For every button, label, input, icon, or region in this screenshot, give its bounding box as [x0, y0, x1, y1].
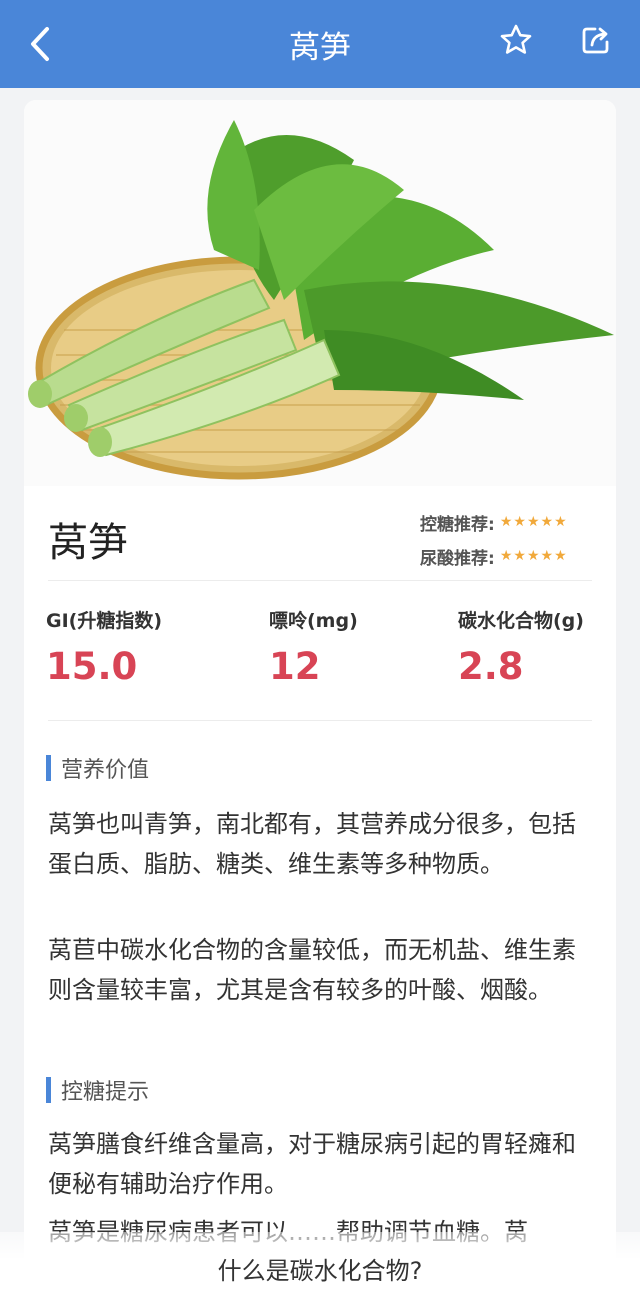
- back-button[interactable]: [22, 24, 58, 64]
- chevron-left-icon: [31, 27, 49, 61]
- metric-value: 12: [269, 645, 321, 688]
- section-title: 控糖提示: [61, 1080, 150, 1105]
- metric-carbs: 碳水化合物(g) 2.8: [458, 606, 584, 688]
- star-icon: ★: [513, 548, 526, 564]
- paragraph: 莴苣中碳水化合物的含量较低，而无机盐、维生素则含量较丰富，尤其是含有较多的叶酸、…: [48, 936, 576, 1004]
- star-icon: ★: [554, 548, 567, 564]
- star-icon: ★: [499, 548, 513, 564]
- rating-label: 尿酸推荐:: [420, 548, 495, 569]
- metric-label: 碳水化合物(g): [458, 610, 584, 632]
- metric-value: 2.8: [458, 645, 524, 688]
- metric-value: 15.0: [46, 645, 138, 688]
- metric-label: GI(升糖指数): [46, 610, 163, 632]
- star-icon: ★: [513, 514, 526, 530]
- star-icon: ★: [499, 514, 513, 530]
- metric-label: 嘌呤(mg): [269, 610, 358, 632]
- food-name: 莴笋: [48, 520, 128, 566]
- divider: [48, 720, 592, 721]
- top-nav-bar: 莴笋: [0, 0, 640, 88]
- star-icon: ★: [540, 514, 554, 530]
- page-title: 莴笋: [289, 29, 351, 66]
- rating-label: 控糖推荐:: [420, 514, 495, 535]
- section-title: 营养价值: [61, 758, 150, 783]
- share-button[interactable]: [576, 20, 616, 60]
- divider: [48, 580, 592, 581]
- metric-gi: GI(升糖指数) 15.0: [46, 606, 162, 688]
- star-icon: ★: [526, 548, 540, 564]
- section-header-tips: 控糖提示: [46, 1074, 149, 1106]
- lettuce-stem-illustration: [28, 120, 614, 480]
- star-rating: ★ ★ ★ ★ ★: [499, 514, 567, 530]
- star-icon: ★: [526, 514, 540, 530]
- star-icon: ★: [554, 514, 567, 530]
- favorite-button[interactable]: [496, 20, 536, 60]
- section-header-nutrition: 营养价值: [46, 752, 149, 784]
- section-accent-bar: [46, 755, 51, 781]
- star-icon: ★: [540, 548, 554, 564]
- metric-purine: 嘌呤(mg) 12: [269, 606, 358, 688]
- section-accent-bar: [46, 1077, 51, 1103]
- food-image: [24, 100, 616, 486]
- rating-uric-acid: 尿酸推荐: ★ ★ ★ ★ ★: [420, 539, 567, 573]
- carbohydrate-faq-link[interactable]: 什么是碳水化合物?: [0, 1251, 640, 1286]
- share-icon: [582, 27, 609, 54]
- rating-sugar-control: 控糖推荐: ★ ★ ★ ★ ★: [420, 505, 567, 539]
- star-outline-icon: [500, 24, 532, 54]
- paragraph: 莴笋也叫青笋，南北都有，其营养成分很多，包括蛋白质、脂肪、糖类、维生素等多种物质…: [48, 810, 576, 878]
- recommendation-ratings: 控糖推荐: ★ ★ ★ ★ ★ 尿酸推荐: ★ ★ ★ ★ ★: [420, 505, 567, 573]
- food-detail-card: 莴笋 控糖推荐: ★ ★ ★ ★ ★ 尿酸推荐: ★ ★ ★ ★ ★ GI(升糖…: [24, 100, 616, 1301]
- paragraph: 莴笋膳食纤维含量高，对于糖尿病引起的胃轻瘫和便秘有辅助治疗作用。: [48, 1130, 576, 1198]
- star-rating: ★ ★ ★ ★ ★: [499, 548, 567, 564]
